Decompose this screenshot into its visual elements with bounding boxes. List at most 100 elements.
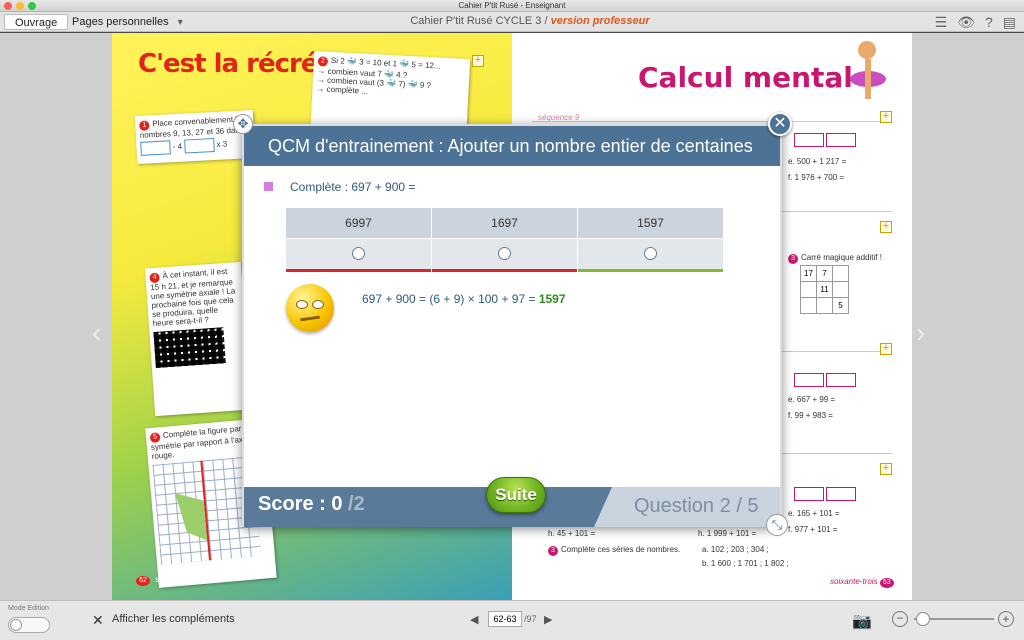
page-range-input[interactable]: 62-63 <box>488 611 522 627</box>
help-icon[interactable]: ? <box>985 14 993 30</box>
close-icon[interactable]: ✕ <box>92 613 104 627</box>
eye-icon[interactable]: 👁 <box>957 14 975 30</box>
next-page-arrow-icon[interactable]: › <box>916 313 932 353</box>
magic-cell[interactable] <box>800 297 817 314</box>
magic-cell[interactable] <box>816 297 833 314</box>
answer-box <box>140 140 171 156</box>
exercise-5-text: Complète la figure par symétrie par rapp… <box>150 424 248 461</box>
exercise-1-text: Place convenablement les nombres 9, 13, … <box>139 114 246 140</box>
magic-cell[interactable]: 11 <box>816 281 833 298</box>
left-page-footer: 62 soixante-deux <box>136 575 205 586</box>
chevron-down-icon: ▼ <box>175 17 185 27</box>
add-complement-icon[interactable]: + <box>472 55 484 67</box>
close-window-button[interactable] <box>4 2 12 10</box>
magic-cell[interactable]: 5 <box>832 297 849 314</box>
left-page-number: 62 <box>136 576 150 586</box>
explanation-result: 1597 <box>538 292 566 306</box>
mode-edition-toggle[interactable] <box>8 617 50 633</box>
tab-ouvrage[interactable]: Ouvrage <box>4 14 69 30</box>
bottom-bar: Mode Edition ✕ Afficher les compléments … <box>0 600 1024 640</box>
suite-button[interactable]: Suite <box>486 477 546 513</box>
next-page-icon[interactable]: ▶ <box>544 613 552 626</box>
answer-label: 1697 <box>432 208 577 238</box>
minimize-window-button[interactable] <box>16 2 24 10</box>
answer-boxes <box>794 373 857 387</box>
right-page-word: soixante-trois <box>830 577 878 586</box>
magic-square: 17 7 11 5 <box>800 265 849 314</box>
right-page-number: 63 <box>879 578 894 588</box>
previous-page-arrow-icon[interactable]: ‹ <box>92 313 108 353</box>
answer-boxes <box>794 133 857 147</box>
right-calc-h2: h. 1 999 + 101 = <box>698 529 757 538</box>
answer-status-bar <box>432 269 577 272</box>
figure-shape <box>175 491 207 543</box>
exercise-number: 3 <box>548 546 558 556</box>
series-a: a. 102 ; 203 ; 304 ; <box>702 545 769 554</box>
explanation-text: 697 + 900 = (6 + 9) × 100 + 97 = <box>362 292 536 306</box>
answer-radio-row <box>432 239 577 269</box>
mode-edition-label: Mode Edition <box>8 605 49 612</box>
book-title: Cahier P'tit Rusé CYCLE 3 / version prof… <box>380 15 680 27</box>
add-complement-icon[interactable]: + <box>880 221 892 233</box>
radio-button[interactable] <box>498 247 511 260</box>
move-icon[interactable]: ✥ <box>233 114 253 134</box>
dancer-illustration <box>832 33 902 113</box>
list-icon[interactable]: ☰ <box>935 14 948 30</box>
zoom-window-button[interactable] <box>28 2 36 10</box>
complements-label[interactable]: Afficher les compléments <box>112 613 235 625</box>
add-complement-icon[interactable]: + <box>880 343 892 355</box>
right-calc-e: e. 500 + 1 217 = <box>788 157 847 166</box>
answer-boxes <box>794 487 857 501</box>
add-complement-icon[interactable]: + <box>880 463 892 475</box>
answer-box <box>794 373 824 387</box>
close-icon[interactable]: ✕ <box>768 112 792 136</box>
zoom-slider-thumb[interactable] <box>916 612 930 626</box>
answer-status-bar <box>286 269 431 272</box>
answer-option-1[interactable]: 6997 <box>286 208 431 272</box>
previous-page-icon[interactable]: ◀ <box>470 613 478 626</box>
exercise-number: 2 <box>317 56 329 67</box>
right-calc-f: f. 1 976 + 700 = <box>788 173 845 182</box>
question-counter: Question 2 / 5 <box>594 487 780 527</box>
answer-label: 1597 <box>578 208 723 238</box>
camera-icon[interactable]: 📷 <box>852 611 872 631</box>
question-total: / 5 <box>736 495 759 517</box>
resize-icon[interactable]: ⤡ <box>766 514 788 536</box>
zoom-out-icon[interactable]: − <box>892 611 908 627</box>
modal-title: QCM d'entrainement : Ajouter un nombre e… <box>244 126 780 166</box>
tab-pages-personnelles[interactable]: Pages personnelles ▼ <box>62 14 195 30</box>
answer-option-2[interactable]: 1697 <box>432 208 577 272</box>
question-bullet-icon <box>264 182 273 191</box>
exercise-number: 3 <box>788 254 798 264</box>
page-total: /97 <box>524 614 537 624</box>
question-counter-text: Question 2 / 5 <box>634 495 759 518</box>
magic-cell[interactable]: 7 <box>816 265 833 282</box>
right-calc-e3: e. 165 + 101 = <box>788 509 840 518</box>
sidebar-icon[interactable]: ▤ <box>1003 14 1016 30</box>
series-label: 3 Complète ces séries de nombres. <box>548 545 680 556</box>
magic-cell[interactable]: 17 <box>800 265 817 282</box>
magic-cell[interactable] <box>800 281 817 298</box>
question-text: Complète : 697 + 900 = <box>290 180 416 194</box>
magic-square-label: 3 Carré magique additif ! <box>788 253 882 264</box>
answer-radio-row <box>286 239 431 269</box>
add-complement-icon[interactable]: + <box>880 111 892 123</box>
left-page-word: soixante-deux <box>155 575 206 584</box>
radio-button[interactable] <box>644 247 657 260</box>
zoom-in-icon[interactable]: + <box>998 611 1014 627</box>
tab-pages-label: Pages personnelles <box>72 16 169 28</box>
zoom-slider-track[interactable] <box>914 612 994 626</box>
answer-box <box>826 487 857 501</box>
window-titlebar: Cahier P'tit Rusé - Enseignant <box>0 0 1024 12</box>
exercise-2-line4: → complète ... <box>316 84 369 96</box>
answer-option-3[interactable]: 1597 <box>578 208 723 272</box>
answer-box <box>794 487 824 501</box>
radio-button[interactable] <box>352 247 365 260</box>
magic-cell[interactable] <box>832 281 849 298</box>
magic-cell[interactable] <box>832 265 849 282</box>
answer-box <box>183 138 215 154</box>
score: Score : 0 /2 <box>258 493 365 516</box>
qcm-modal: QCM d'entrainement : Ajouter un nombre e… <box>242 124 782 527</box>
score-total: /2 <box>348 493 365 515</box>
symmetry-pixel-grid <box>153 327 226 369</box>
